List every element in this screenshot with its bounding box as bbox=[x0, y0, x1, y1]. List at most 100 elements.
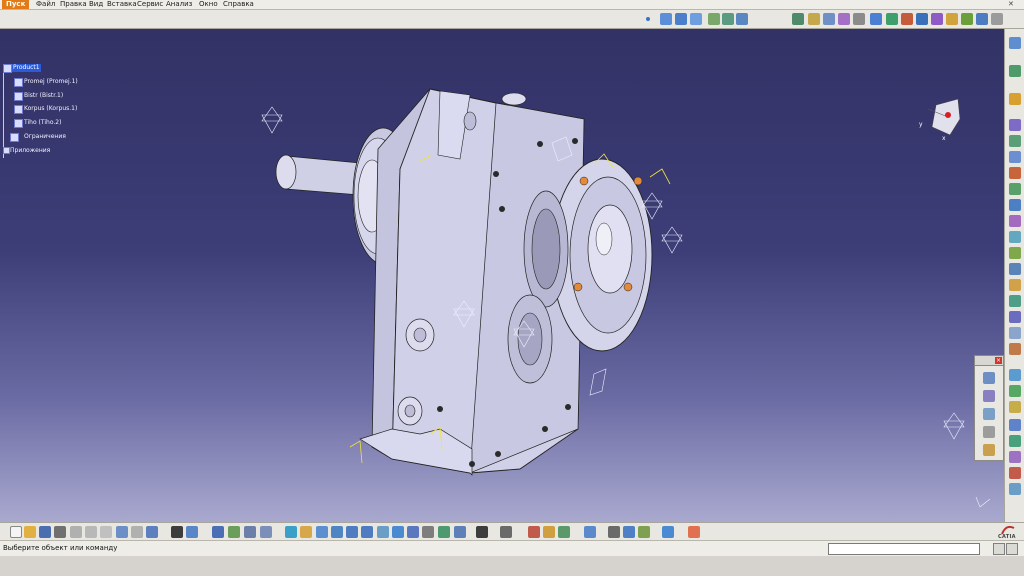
tree-item-tiho[interactable]: Tiho (Tiho.2) bbox=[24, 119, 61, 127]
menu-insert[interactable]: Вставка bbox=[107, 0, 137, 9]
measure-item-icon[interactable] bbox=[543, 526, 555, 538]
publication-icon[interactable] bbox=[1009, 369, 1021, 381]
reuse-pattern-icon[interactable] bbox=[1009, 231, 1021, 243]
coincidence-icon[interactable] bbox=[886, 13, 898, 25]
cut-icon[interactable] bbox=[70, 526, 82, 538]
normal-view-bottom-icon[interactable] bbox=[377, 526, 389, 538]
move-icon[interactable] bbox=[1009, 119, 1021, 131]
compare-icon[interactable] bbox=[1009, 467, 1021, 479]
pan-icon[interactable] bbox=[316, 526, 328, 538]
formula-icon[interactable] bbox=[171, 526, 183, 538]
swap-visible-icon[interactable] bbox=[438, 526, 450, 538]
window-close-icon[interactable]: ✕ bbox=[1008, 0, 1014, 9]
iso-view-icon[interactable] bbox=[736, 13, 748, 25]
view-quick-icon[interactable] bbox=[392, 526, 404, 538]
new-icon[interactable] bbox=[10, 526, 22, 538]
fix-together-icon[interactable] bbox=[961, 13, 973, 25]
menu-help[interactable]: Справка bbox=[223, 0, 254, 9]
multi-view-icon[interactable] bbox=[722, 13, 734, 25]
redo-icon[interactable] bbox=[131, 526, 143, 538]
camera-icon[interactable] bbox=[476, 526, 488, 538]
floating-toolbar-panel[interactable]: × bbox=[974, 355, 1004, 461]
tree-root-product[interactable]: Product1 bbox=[12, 64, 41, 72]
snap-icon[interactable] bbox=[1009, 135, 1021, 147]
clearance-icon[interactable] bbox=[1009, 311, 1021, 323]
stop-icon[interactable] bbox=[1009, 183, 1021, 195]
distance-icon[interactable] bbox=[1009, 435, 1021, 447]
contact-icon[interactable] bbox=[901, 13, 913, 25]
3d-viewport[interactable]: Product1 Promej (Promej.1) Bistr (Bistr.… bbox=[0, 29, 1004, 522]
analyze-icon[interactable] bbox=[1009, 401, 1021, 413]
update-icon[interactable] bbox=[976, 13, 988, 25]
tree-item-promej[interactable]: Promej (Promej.1) bbox=[24, 78, 78, 86]
copy-icon[interactable] bbox=[85, 526, 97, 538]
swap-icon[interactable] bbox=[584, 526, 596, 538]
fly-icon[interactable] bbox=[285, 526, 297, 538]
replace-icon[interactable] bbox=[853, 13, 865, 25]
open-icon[interactable] bbox=[24, 526, 36, 538]
sketch-icon[interactable] bbox=[1009, 37, 1021, 49]
sensor-icon[interactable] bbox=[983, 408, 995, 420]
part-icon[interactable] bbox=[823, 13, 835, 25]
compass[interactable]: y x bbox=[918, 97, 966, 145]
tree-item-bistr[interactable]: Bistr (Bistr.1) bbox=[24, 92, 63, 100]
product-icon[interactable] bbox=[3, 64, 12, 73]
tree-item-applications[interactable]: Приложения bbox=[10, 147, 50, 155]
start-menu[interactable]: Пуск bbox=[2, 0, 30, 9]
part-icon[interactable] bbox=[14, 92, 23, 101]
explode-icon[interactable] bbox=[991, 13, 1003, 25]
generate-icon[interactable] bbox=[1009, 385, 1021, 397]
tree-item-constraints[interactable]: Ограничения bbox=[24, 133, 66, 141]
interference-icon[interactable] bbox=[1009, 419, 1021, 431]
axis-icon[interactable] bbox=[983, 390, 995, 402]
part-icon[interactable] bbox=[14, 119, 23, 128]
command-apply-button[interactable] bbox=[993, 543, 1005, 555]
distance-band-icon[interactable] bbox=[638, 526, 650, 538]
undo-icon[interactable] bbox=[116, 526, 128, 538]
fly-mode-icon[interactable] bbox=[690, 13, 702, 25]
render-icon[interactable] bbox=[454, 526, 466, 538]
shading-icon[interactable] bbox=[407, 526, 419, 538]
measure-icon[interactable] bbox=[983, 372, 995, 384]
print-icon[interactable] bbox=[54, 526, 66, 538]
weld-icon[interactable] bbox=[1009, 295, 1021, 307]
part-icon[interactable] bbox=[14, 105, 23, 114]
menu-window[interactable]: Окно bbox=[199, 0, 218, 9]
hole-icon[interactable] bbox=[1009, 327, 1021, 339]
table-icon[interactable] bbox=[212, 526, 224, 538]
macro-icon[interactable] bbox=[260, 526, 272, 538]
capture-icon[interactable] bbox=[500, 526, 512, 538]
close-icon[interactable]: × bbox=[995, 357, 1002, 364]
gearbox-model[interactable] bbox=[0, 29, 1004, 522]
explode-view-icon[interactable] bbox=[1009, 167, 1021, 179]
constraints-icon[interactable] bbox=[10, 133, 19, 142]
command-input[interactable] bbox=[828, 543, 980, 555]
command-clear-button[interactable] bbox=[1006, 543, 1018, 555]
section-plane-icon[interactable] bbox=[623, 526, 635, 538]
clash-check-icon[interactable] bbox=[608, 526, 620, 538]
section-icon[interactable] bbox=[983, 426, 995, 438]
scene-icon[interactable] bbox=[1009, 263, 1021, 275]
constraint-icon[interactable] bbox=[870, 13, 882, 25]
help-icon[interactable] bbox=[146, 526, 158, 538]
pocket-icon[interactable] bbox=[1009, 343, 1021, 355]
zoom-out-icon[interactable] bbox=[361, 526, 373, 538]
grid-icon[interactable] bbox=[688, 526, 700, 538]
menu-analysis[interactable]: Анализ bbox=[166, 0, 192, 9]
existing-component-icon[interactable] bbox=[838, 13, 850, 25]
zoom-area-icon[interactable] bbox=[675, 13, 687, 25]
bom-icon[interactable] bbox=[1009, 247, 1021, 259]
tools-palette-icon[interactable] bbox=[662, 526, 674, 538]
catalog-browser-icon[interactable] bbox=[228, 526, 240, 538]
product-icon[interactable] bbox=[792, 13, 804, 25]
tree-item-korpus[interactable]: Korpus (Korpus.1) bbox=[24, 105, 77, 113]
catalog-icon[interactable] bbox=[1009, 65, 1021, 77]
hide-show-icon[interactable] bbox=[422, 526, 434, 538]
rotate-icon[interactable] bbox=[660, 13, 672, 25]
symmetry-icon[interactable] bbox=[1009, 215, 1021, 227]
menu-file[interactable]: Файл bbox=[36, 0, 55, 9]
sectioning-icon[interactable] bbox=[1009, 451, 1021, 463]
offset-icon[interactable] bbox=[916, 13, 928, 25]
fit-all-icon[interactable] bbox=[300, 526, 312, 538]
clash-icon[interactable] bbox=[983, 444, 995, 456]
